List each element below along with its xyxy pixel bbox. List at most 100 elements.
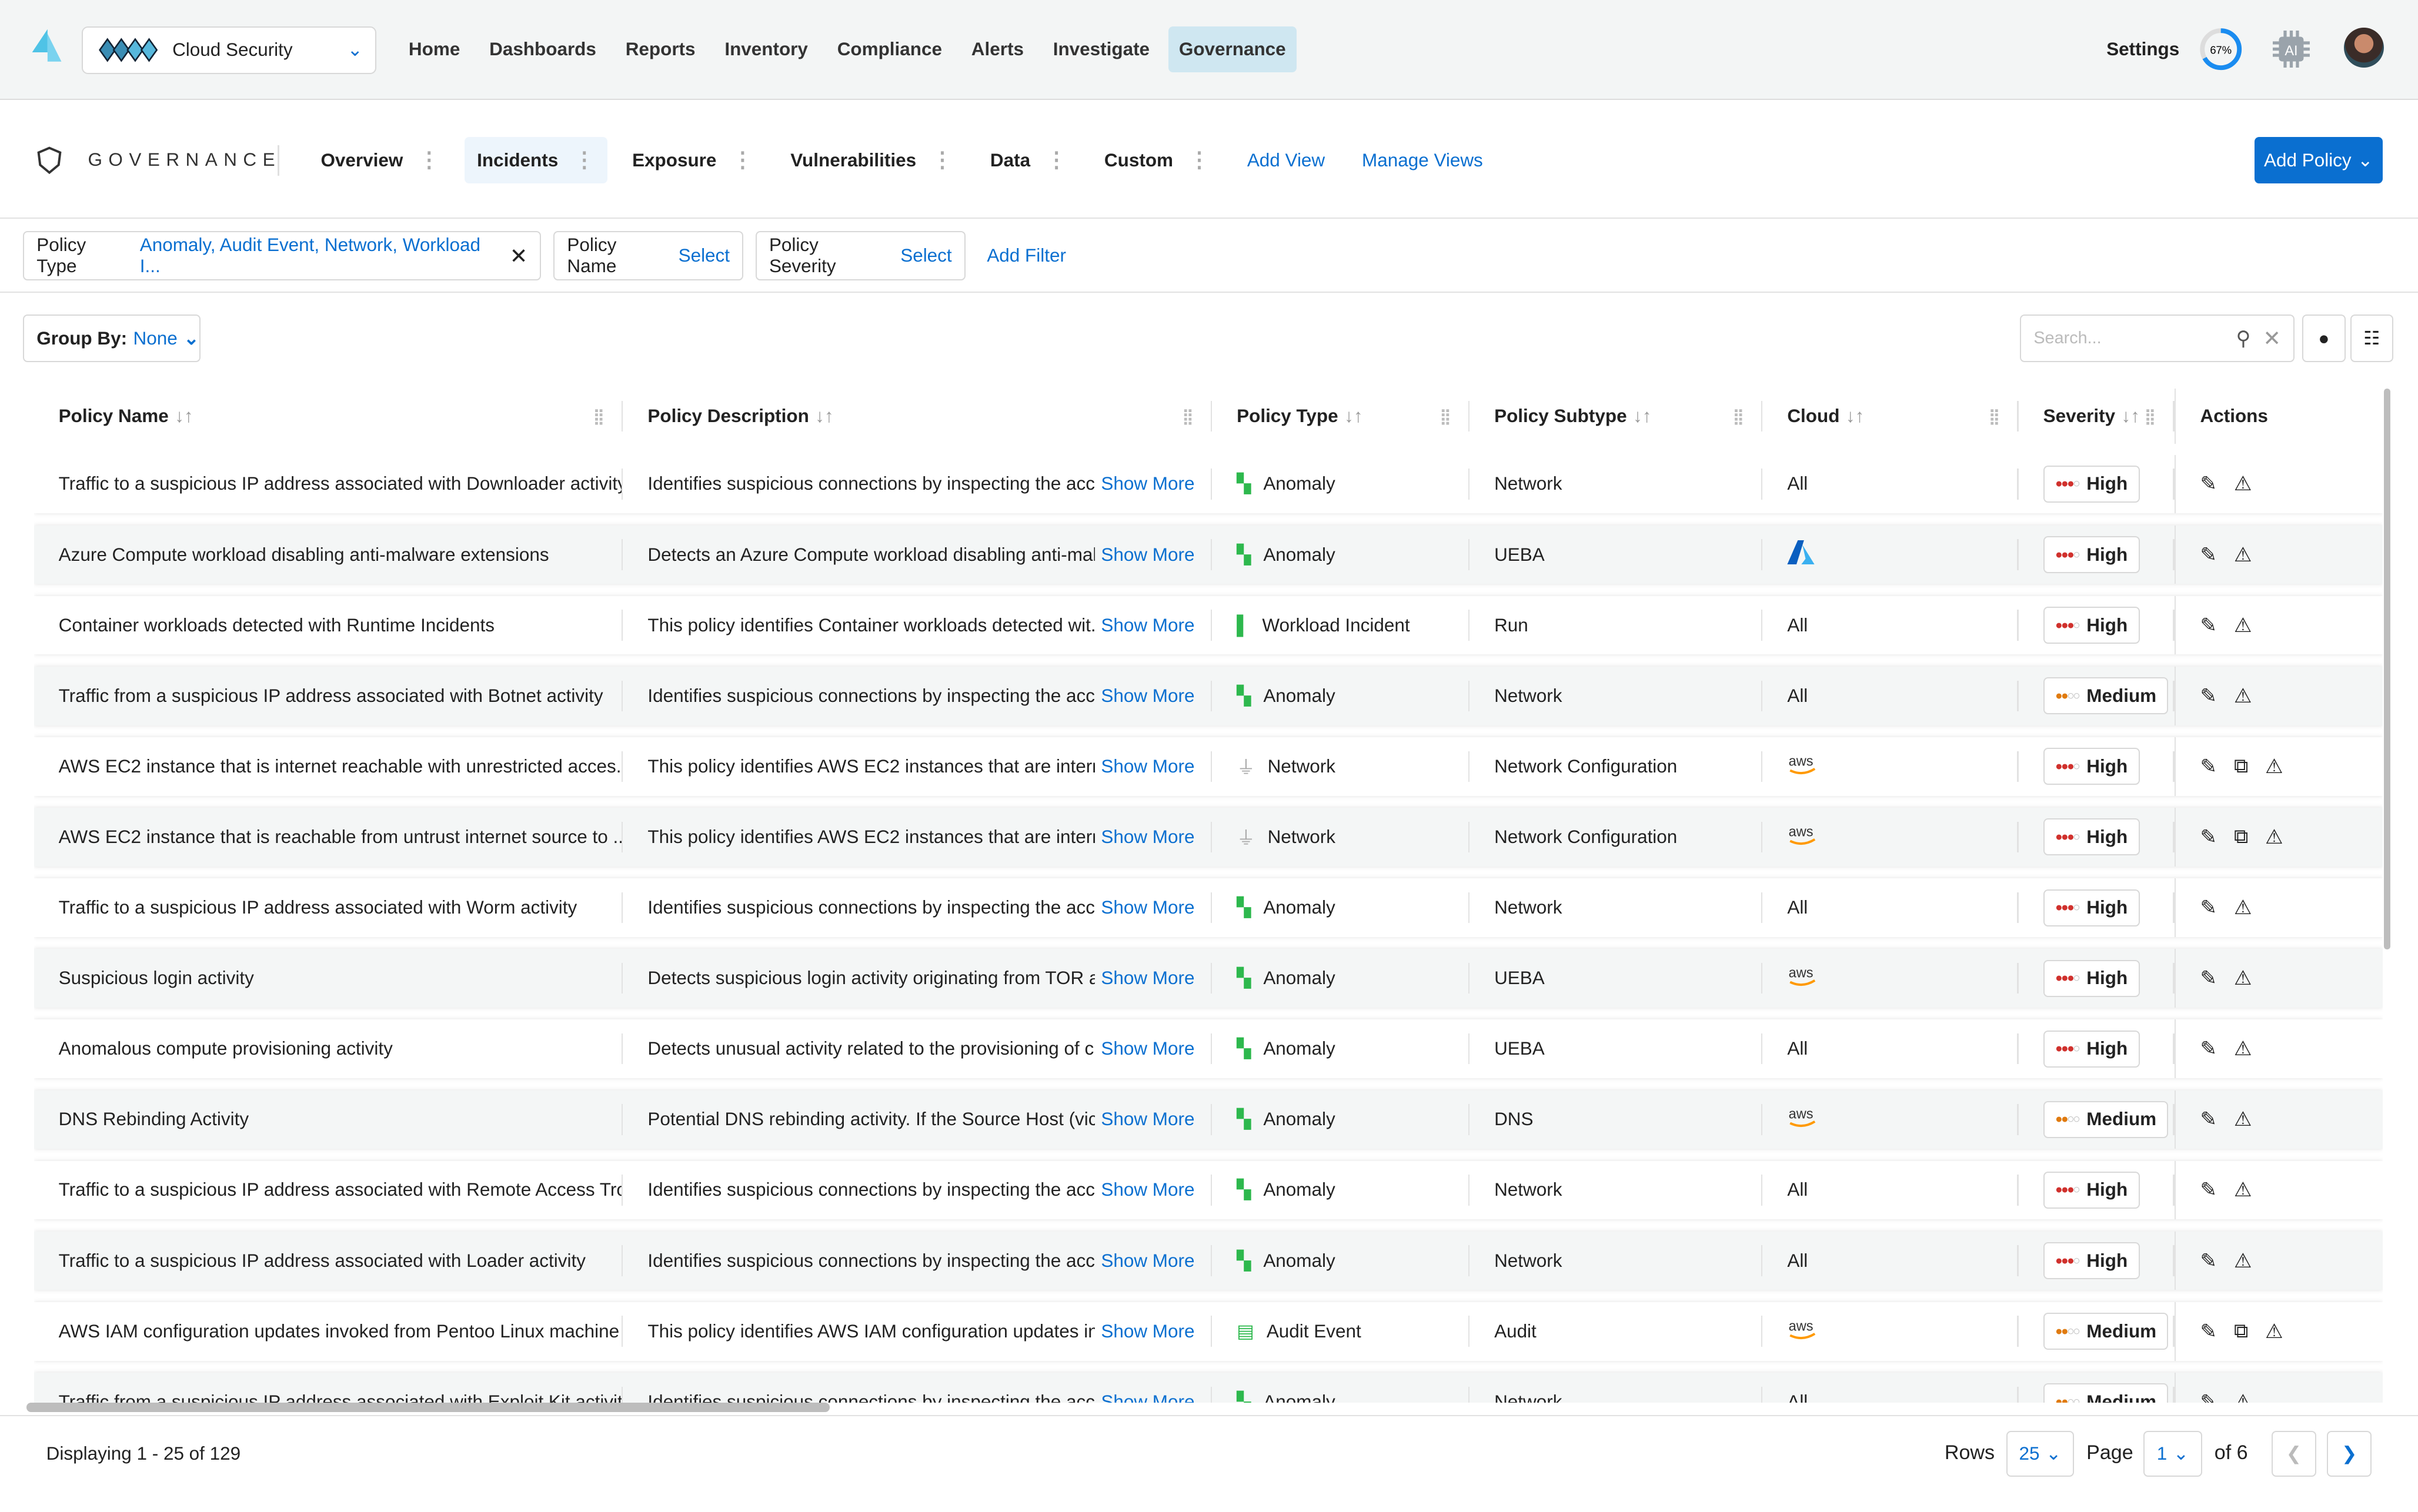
nav-item-alerts[interactable]: Alerts — [960, 26, 1034, 73]
show-more-link[interactable]: Show More — [1101, 968, 1194, 989]
table-row[interactable]: Traffic to a suspicious IP address assoc… — [34, 454, 2383, 514]
drag-handle-icon[interactable]: ⣿ — [2145, 407, 2156, 426]
prev-page-button[interactable]: ❮ — [2271, 1430, 2316, 1477]
table-row[interactable]: Azure Compute workload disabling anti-ma… — [34, 525, 2383, 584]
nav-item-dashboards[interactable]: Dashboards — [479, 26, 607, 73]
policy-name[interactable]: Anomalous compute provisioning activity — [59, 1038, 393, 1059]
alert-siren-icon[interactable]: ⚠ — [2234, 1249, 2252, 1273]
policy-name[interactable]: Traffic to a suspicious IP address assoc… — [59, 897, 577, 918]
alert-siren-icon[interactable]: ⚠ — [2234, 1390, 2252, 1403]
nav-item-home[interactable]: Home — [398, 26, 471, 73]
alert-siren-icon[interactable]: ⚠ — [2234, 1037, 2252, 1061]
columns-button[interactable]: ☷ — [2350, 314, 2393, 363]
nav-item-reports[interactable]: Reports — [614, 26, 706, 73]
table-row[interactable]: DNS Rebinding Activity Potential DNS rebi… — [34, 1090, 2383, 1149]
table-row[interactable]: Anomalous compute provisioning activity D… — [34, 1019, 2383, 1079]
alert-siren-icon[interactable]: ⚠ — [2234, 896, 2252, 919]
alert-siren-icon[interactable]: ⚠ — [2234, 614, 2252, 637]
policy-name[interactable]: DNS Rebinding Activity — [59, 1109, 249, 1130]
column-header-actions[interactable]: Actions — [2174, 388, 2383, 444]
alert-siren-icon[interactable]: ⚠ — [2234, 1108, 2252, 1131]
drag-handle-icon[interactable]: ⣿ — [1440, 407, 1451, 426]
drag-handle-icon[interactable]: ⣿ — [1183, 407, 1194, 426]
alert-siren-icon[interactable]: ⚠ — [2265, 755, 2283, 778]
kebab-menu-icon[interactable]: ⋮ — [732, 149, 754, 171]
alert-siren-icon[interactable]: ⚠ — [2234, 543, 2252, 567]
tab-data[interactable]: Data ⋮ — [978, 137, 1080, 183]
show-more-link[interactable]: Show More — [1101, 473, 1194, 494]
show-more-link[interactable]: Show More — [1101, 756, 1194, 777]
table-row[interactable]: Traffic to a suspicious IP address assoc… — [34, 1160, 2383, 1220]
tab-overview[interactable]: Overview ⋮ — [308, 137, 452, 183]
add-filter-link[interactable]: Add Filter — [987, 245, 1066, 266]
table-row[interactable]: Traffic from a suspicious IP address ass… — [34, 666, 2383, 725]
show-more-link[interactable]: Show More — [1101, 897, 1194, 918]
show-more-link[interactable]: Show More — [1101, 544, 1194, 566]
edit-policy-icon[interactable]: ✎ — [2200, 684, 2217, 708]
nav-item-inventory[interactable]: Inventory — [714, 26, 819, 73]
close-icon[interactable]: ✕ — [510, 243, 528, 269]
kebab-menu-icon[interactable]: ⋮ — [1188, 149, 1210, 171]
show-more-link[interactable]: Show More — [1101, 1250, 1194, 1272]
search-input[interactable]: Search... ⚲ ✕ — [2020, 314, 2295, 363]
policy-name[interactable]: AWS EC2 instance that is internet reacha… — [59, 756, 623, 777]
policy-name[interactable]: AWS IAM configuration updates invoked fr… — [59, 1321, 619, 1342]
add-to-collection-icon[interactable]: ⧉ — [2234, 755, 2248, 778]
table-row[interactable]: AWS EC2 instance that is internet reacha… — [34, 737, 2383, 796]
nav-item-investigate[interactable]: Investigate — [1042, 26, 1160, 73]
policy-name[interactable]: AWS EC2 instance that is reachable from … — [59, 827, 623, 848]
column-header-severity[interactable]: Severity ↓↑ ⣿ — [2019, 389, 2175, 444]
table-row[interactable]: Suspicious login activity Detects suspici… — [34, 949, 2383, 1008]
tab-custom[interactable]: Custom ⋮ — [1092, 137, 1223, 183]
add-to-collection-icon[interactable]: ⧉ — [2234, 1320, 2248, 1343]
policy-name[interactable]: Traffic to a suspicious IP address assoc… — [59, 1250, 586, 1272]
filter-policy-severity[interactable]: Policy Severity Select — [755, 231, 966, 281]
filter-policy-type[interactable]: Policy Type Anomaly, Audit Event, Network… — [23, 231, 542, 281]
kebab-menu-icon[interactable]: ⋮ — [573, 149, 595, 171]
add-policy-button[interactable]: Add Policy ⌄ — [2254, 137, 2383, 184]
edit-policy-icon[interactable]: ✎ — [2200, 1037, 2217, 1061]
sort-icon[interactable]: ↓↑ — [175, 406, 193, 427]
edit-policy-icon[interactable]: ✎ — [2200, 472, 2217, 496]
clear-icon[interactable]: ✕ — [2263, 326, 2281, 351]
table-row[interactable]: Traffic to a suspicious IP address assoc… — [34, 1231, 2383, 1290]
table-row[interactable]: Traffic to a suspicious IP address assoc… — [34, 878, 2383, 937]
alert-siren-icon[interactable]: ⚠ — [2265, 1320, 2283, 1343]
policy-name[interactable]: Traffic to a suspicious IP address assoc… — [59, 473, 623, 494]
alert-siren-icon[interactable]: ⚠ — [2234, 472, 2252, 496]
policy-name[interactable]: Azure Compute workload disabling anti-ma… — [59, 544, 549, 566]
table-row[interactable]: Traffic from a suspicious IP address ass… — [34, 1372, 2383, 1403]
group-by-select[interactable]: Group By: None ⌄ — [23, 314, 201, 363]
policy-name[interactable]: Traffic from a suspicious IP address ass… — [59, 685, 603, 707]
policy-name[interactable]: Traffic from a suspicious IP address ass… — [59, 1391, 623, 1403]
sort-icon[interactable]: ↓↑ — [1344, 406, 1362, 427]
policy-name[interactable]: Suspicious login activity — [59, 968, 254, 989]
show-more-link[interactable]: Show More — [1101, 1391, 1194, 1403]
alert-siren-icon[interactable]: ⚠ — [2234, 684, 2252, 708]
drag-handle-icon[interactable]: ⣿ — [593, 407, 604, 426]
add-to-collection-icon[interactable]: ⧉ — [2234, 825, 2248, 848]
show-more-link[interactable]: Show More — [1101, 615, 1194, 636]
show-more-link[interactable]: Show More — [1101, 1038, 1194, 1059]
edit-policy-icon[interactable]: ✎ — [2200, 1390, 2217, 1403]
product-switcher[interactable]: Cloud Security ⌄ — [81, 26, 376, 74]
edit-policy-icon[interactable]: ✎ — [2200, 1178, 2217, 1202]
filter-policy-name[interactable]: Policy Name Select — [553, 231, 743, 281]
download-button[interactable]: ● — [2302, 314, 2346, 363]
sort-icon[interactable]: ↓↑ — [1633, 406, 1651, 427]
tab-vulnerabilities[interactable]: Vulnerabilities ⋮ — [778, 137, 966, 183]
table-row[interactable]: AWS EC2 instance that is reachable from … — [34, 808, 2383, 867]
tab-exposure[interactable]: Exposure ⋮ — [620, 137, 766, 183]
edit-policy-icon[interactable]: ✎ — [2200, 825, 2217, 849]
edit-policy-icon[interactable]: ✎ — [2200, 1108, 2217, 1131]
nav-item-governance[interactable]: Governance — [1168, 26, 1297, 73]
manage-views-link[interactable]: Manage Views — [1350, 137, 1495, 183]
vertical-scrollbar[interactable] — [2384, 388, 2390, 950]
show-more-link[interactable]: Show More — [1101, 827, 1194, 848]
settings-link[interactable]: Settings — [2106, 39, 2179, 60]
edit-policy-icon[interactable]: ✎ — [2200, 1320, 2217, 1343]
add-view-link[interactable]: Add View — [1235, 137, 1337, 183]
edit-policy-icon[interactable]: ✎ — [2200, 543, 2217, 567]
horizontal-scrollbar[interactable] — [26, 1403, 830, 1413]
kebab-menu-icon[interactable]: ⋮ — [1046, 149, 1067, 171]
